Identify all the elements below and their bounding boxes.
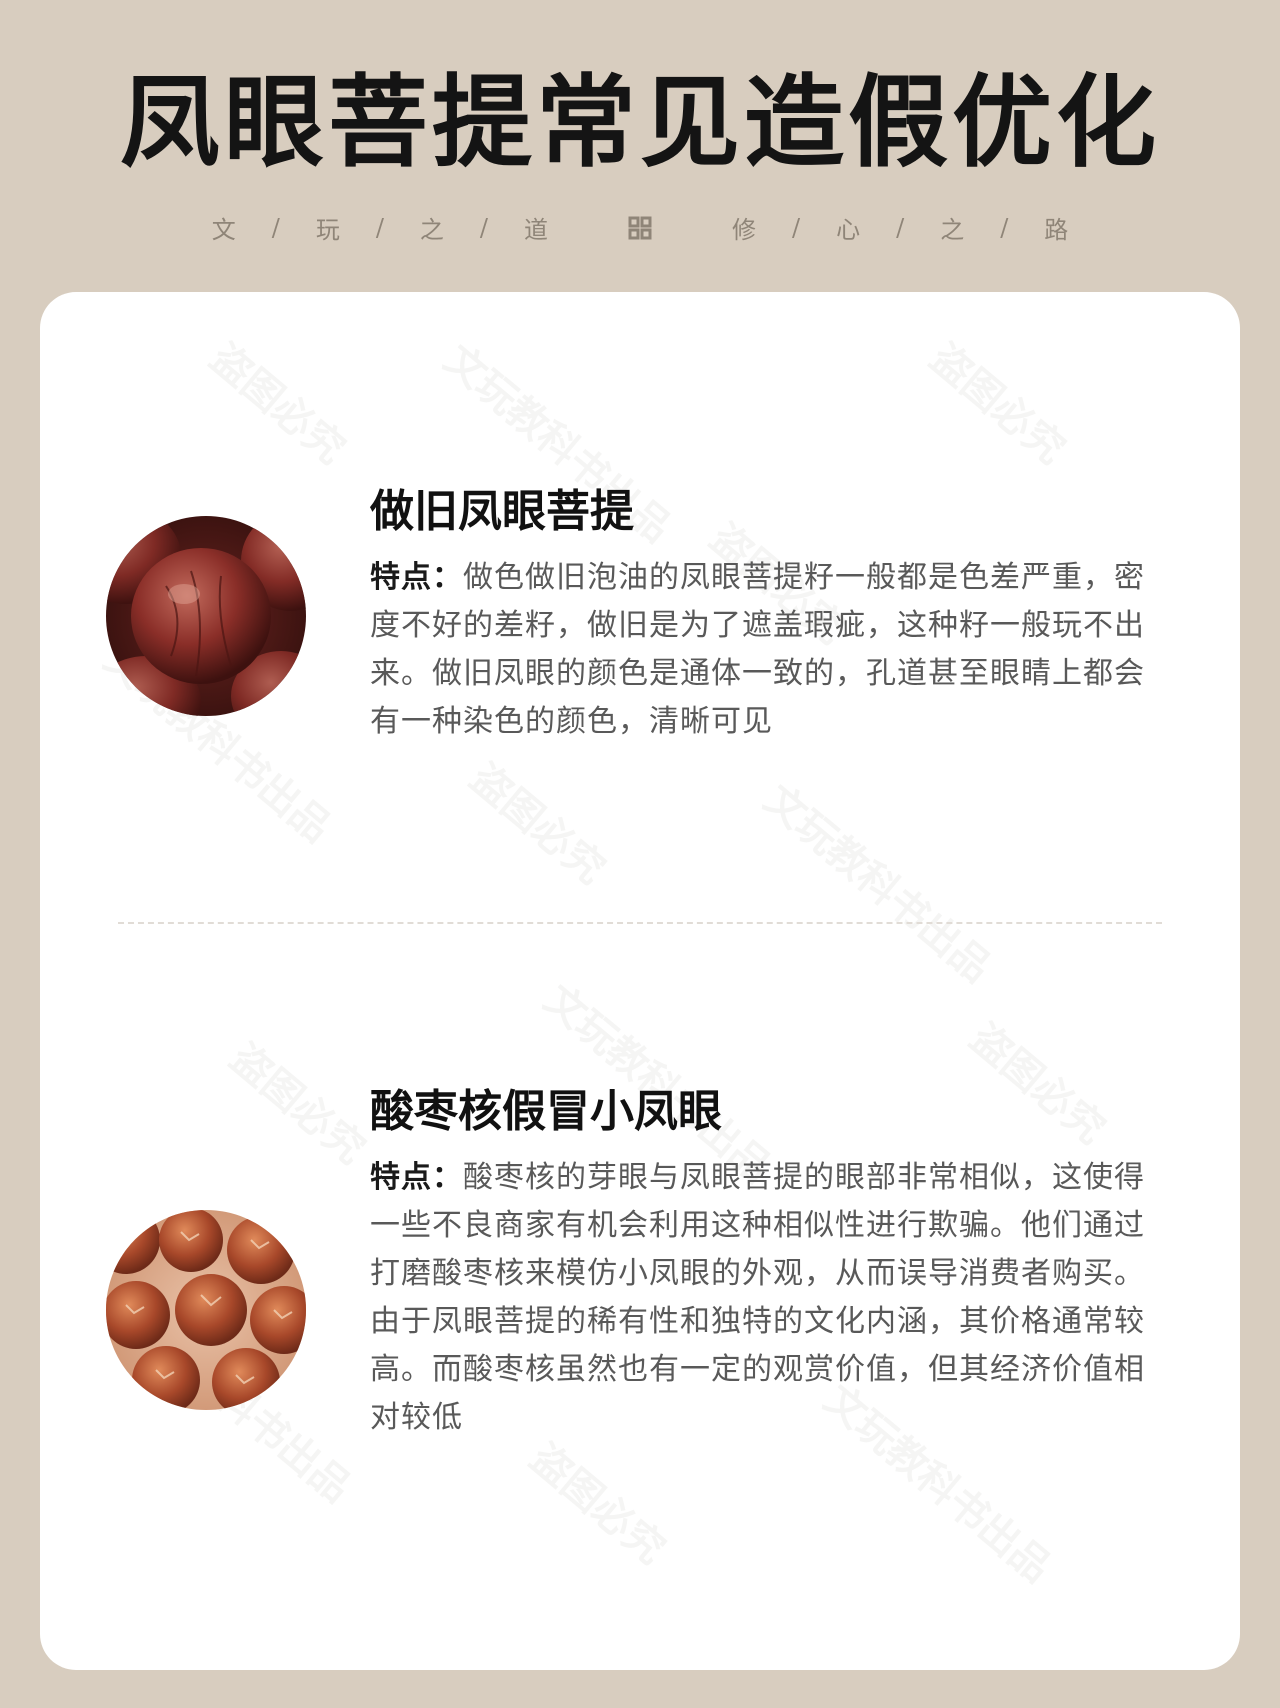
motto-separator: / (271, 213, 280, 242)
motto-char: 之 (940, 216, 965, 244)
item-lead: 特点： (370, 1160, 463, 1195)
motto-char: 路 (1044, 216, 1069, 244)
item-description-text: 做色做旧泡油的凤眼菩提籽一般都是色差严重，密度不好的差籽，做旧是为了遮盖瑕疵，这… (370, 560, 1145, 739)
motto-separator: / (375, 213, 384, 242)
watermark: 盗图必究 (201, 335, 354, 474)
motto-char: 之 (419, 216, 444, 244)
motto-right: 修 / 心 / 之 / 路 (732, 210, 1068, 245)
watermark: 盗图必究 (521, 1435, 674, 1574)
watermark: 盗图必究 (461, 755, 614, 894)
item-title: 酸枣核假冒小凤眼 (370, 1086, 722, 1137)
motto-separator: / (792, 213, 801, 242)
motto-line: 文 / 玩 / 之 / 道 修 / 心 / 之 / 路 (0, 210, 1280, 245)
motto-separator: / (896, 213, 905, 242)
watermark: 盗图必究 (961, 1015, 1114, 1154)
watermark: 文玩教科书出品 (755, 776, 1000, 992)
bodhi-seed-image (106, 516, 306, 716)
item-description-text: 酸枣核的芽眼与凤眼菩提的眼部非常相似，这使得一些不良商家有机会利用这种相似性进行… (370, 1160, 1145, 1435)
page-title: 凤眼菩提常见造假优化 (120, 63, 1160, 181)
motto-left: 文 / 玩 / 之 / 道 (212, 210, 548, 245)
motto-char: 心 (836, 216, 861, 244)
jujube-pit-beads-photo-icon (106, 1210, 306, 1410)
jujube-pit-image (106, 1210, 306, 1410)
item-description: 特点：做色做旧泡油的凤眼菩提籽一般都是色差严重，密度不好的差籽，做旧是为了遮盖瑕… (370, 554, 1170, 746)
item-lead: 特点： (370, 560, 463, 595)
content-card: 文玩教科书出品 文玩教科书出品 文玩教科书出品 文玩教科书出品 文玩教科书出品 … (40, 292, 1240, 1670)
motto-char: 道 (524, 216, 548, 244)
motto-char: 玩 (315, 216, 340, 244)
endless-knot-icon (628, 216, 652, 239)
dark-red-bodhi-seed-photo-icon (106, 516, 306, 716)
section-divider (118, 922, 1162, 924)
watermark: 盗图必究 (221, 1035, 374, 1174)
watermark: 盗图必究 (921, 335, 1074, 474)
motto-separator: / (479, 213, 488, 242)
motto-separator: / (1000, 213, 1009, 242)
item-description: 特点：酸枣核的芽眼与凤眼菩提的眼部非常相似，这使得一些不良商家有机会利用这种相似… (370, 1154, 1170, 1442)
motto-char: 文 (211, 216, 236, 244)
motto-char: 修 (732, 216, 756, 244)
item-title: 做旧凤眼菩提 (370, 486, 634, 537)
